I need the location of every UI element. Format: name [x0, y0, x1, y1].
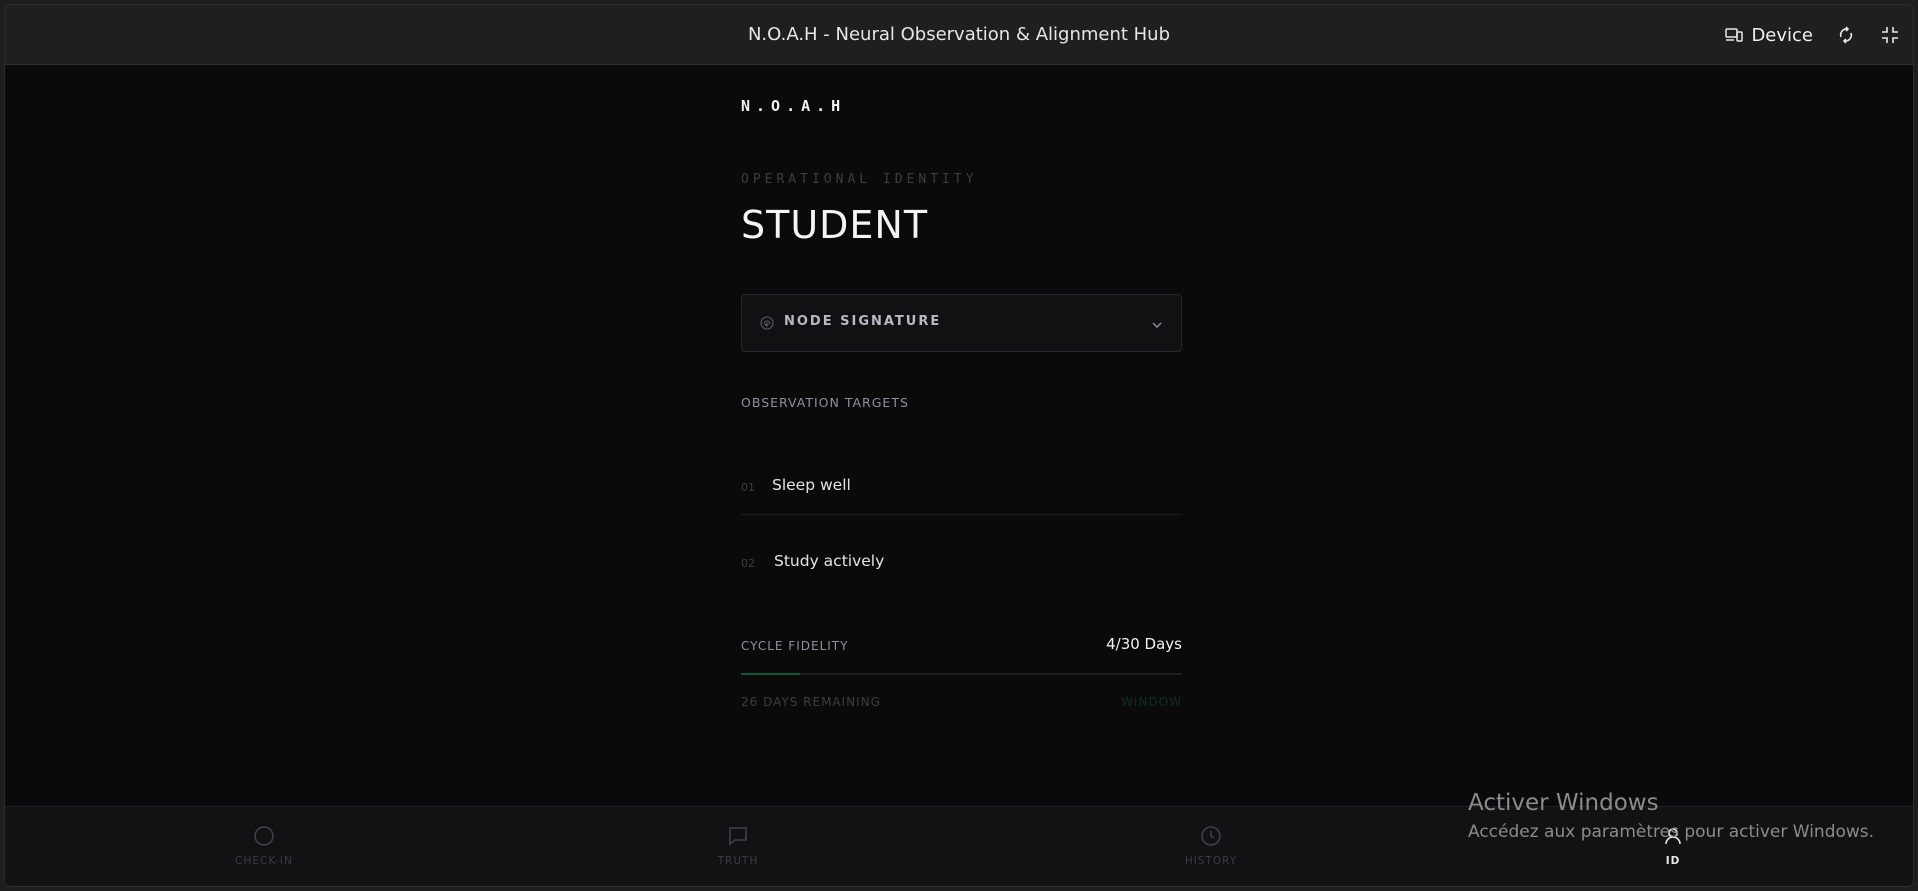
cycle-fidelity-label: CYCLE FIDELITY [741, 639, 849, 653]
brand-logo: N.O.A.H [741, 97, 847, 115]
device-icon [1725, 27, 1744, 43]
app-window: N.O.A.H - Neural Observation & Alignment… [4, 4, 1914, 887]
identity-label: OPERATIONAL IDENTITY [741, 172, 978, 187]
rotate-button[interactable] [1835, 24, 1857, 46]
nav-label: TRUTH [717, 855, 759, 867]
circle-icon [253, 825, 275, 849]
title-bar: N.O.A.H - Neural Observation & Alignment… [5, 5, 1913, 65]
id-icon [1662, 825, 1684, 849]
device-label: Device [1751, 24, 1813, 46]
rotate-icon [1837, 26, 1855, 44]
fingerprint-icon [760, 315, 774, 334]
targets-heading: OBSERVATION TARGETS [741, 395, 909, 410]
message-icon [727, 825, 749, 849]
target-number: 02 [741, 557, 755, 570]
title-bar-controls: Device [1725, 5, 1901, 65]
identity-role: STUDENT [741, 203, 929, 247]
nav-item-id[interactable]: ID [1623, 825, 1723, 867]
fullscreen-button[interactable] [1879, 24, 1901, 46]
nav-label: ID [1665, 855, 1681, 867]
nav-label: CHECK-IN [235, 855, 293, 867]
target-text: Sleep well [772, 476, 851, 494]
target-text: Study actively [774, 552, 885, 570]
node-signature-dropdown[interactable]: NODE SIGNATURE [741, 294, 1182, 352]
device-button[interactable]: Device [1725, 25, 1813, 46]
chevron-down-icon [1151, 316, 1163, 335]
cycle-progress-bar [741, 673, 1182, 675]
fullscreen-icon [1881, 26, 1899, 44]
nav-label: HISTORY [1184, 855, 1238, 867]
cycle-fidelity-value: 4/30 Days [1106, 635, 1182, 653]
target-number: 01 [741, 481, 755, 494]
node-signature-label: NODE SIGNATURE [784, 314, 942, 329]
days-remaining: 26 DAYS REMAINING [741, 695, 881, 709]
window-title: N.O.A.H - Neural Observation & Alignment… [747, 24, 1171, 45]
nav-item-check-in[interactable]: CHECK-IN [214, 825, 314, 867]
cycle-progress-fill [741, 673, 800, 675]
target-item: 01 Sleep well [741, 457, 1182, 515]
clock-icon [1200, 825, 1222, 849]
target-item: 02 Study actively [741, 533, 1182, 591]
bottom-navigation: CHECK-IN TRUTH HISTORY ID [5, 806, 1913, 886]
window-label: WINDOW [1121, 695, 1182, 709]
nav-item-history[interactable]: HISTORY [1161, 825, 1261, 867]
nav-item-truth[interactable]: TRUTH [688, 825, 788, 867]
